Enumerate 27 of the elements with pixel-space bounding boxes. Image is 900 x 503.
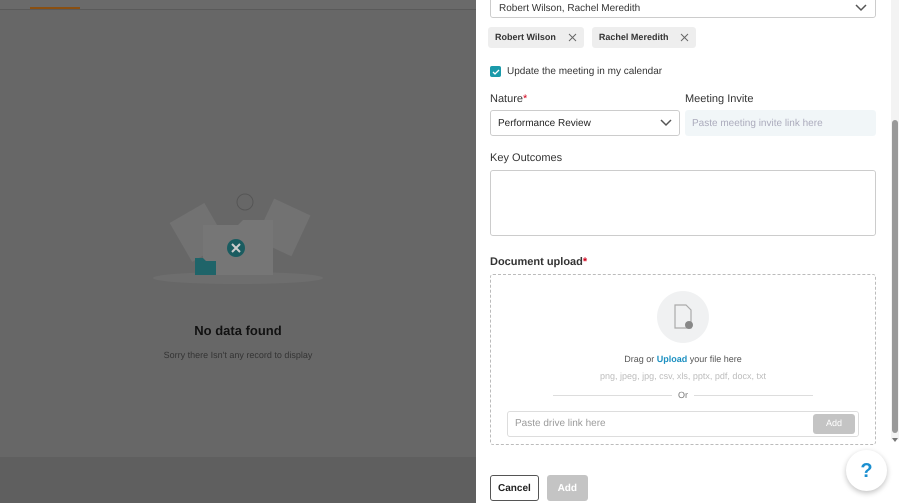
required-asterisk: * [582,256,588,268]
divider-text: Or [678,389,688,402]
upload-dropzone[interactable]: Drag or Upload your file here png, jpeg, jpg, csv, xls, pptx, pdf, docx, txt Or Paste drive link here Add [490,274,876,445]
empty-state-title: No data found [194,322,282,340]
required-asterisk: * [523,93,528,105]
meeting-invite-field[interactable]: Paste meeting invite link here [685,110,876,136]
key-outcomes-field[interactable] [490,170,876,236]
cancel-button[interactable]: Cancel [490,475,539,501]
file-icon [657,291,709,343]
attendee-chip: Rachel Meredith [592,27,696,48]
file-formats: png, jpeg, jpg, csv, xls, pptx, pdf, docx, txt [600,370,766,383]
nature-select[interactable]: Performance Review [490,110,680,136]
tab-indicator [30,7,80,9]
attendees-select[interactable]: Robert Wilson, Rachel Meredith [490,0,876,18]
checkbox[interactable] [490,66,501,77]
close-icon[interactable] [568,33,577,42]
field-label: Meeting Invite [685,93,754,105]
chevron-down-icon [855,4,867,12]
field-label: Document upload [490,256,583,268]
attendee-chip: Robert Wilson [488,27,584,48]
field-label: Key Outcomes [490,152,562,164]
checkbox-label: Update the meeting in my calendar [507,65,662,79]
upload-prompt: Drag or Upload your file here [624,353,742,366]
chevron-down-icon [660,119,672,127]
close-icon[interactable] [680,33,690,42]
field-label: Nature [490,93,524,105]
upload-link[interactable]: Upload [656,354,688,364]
